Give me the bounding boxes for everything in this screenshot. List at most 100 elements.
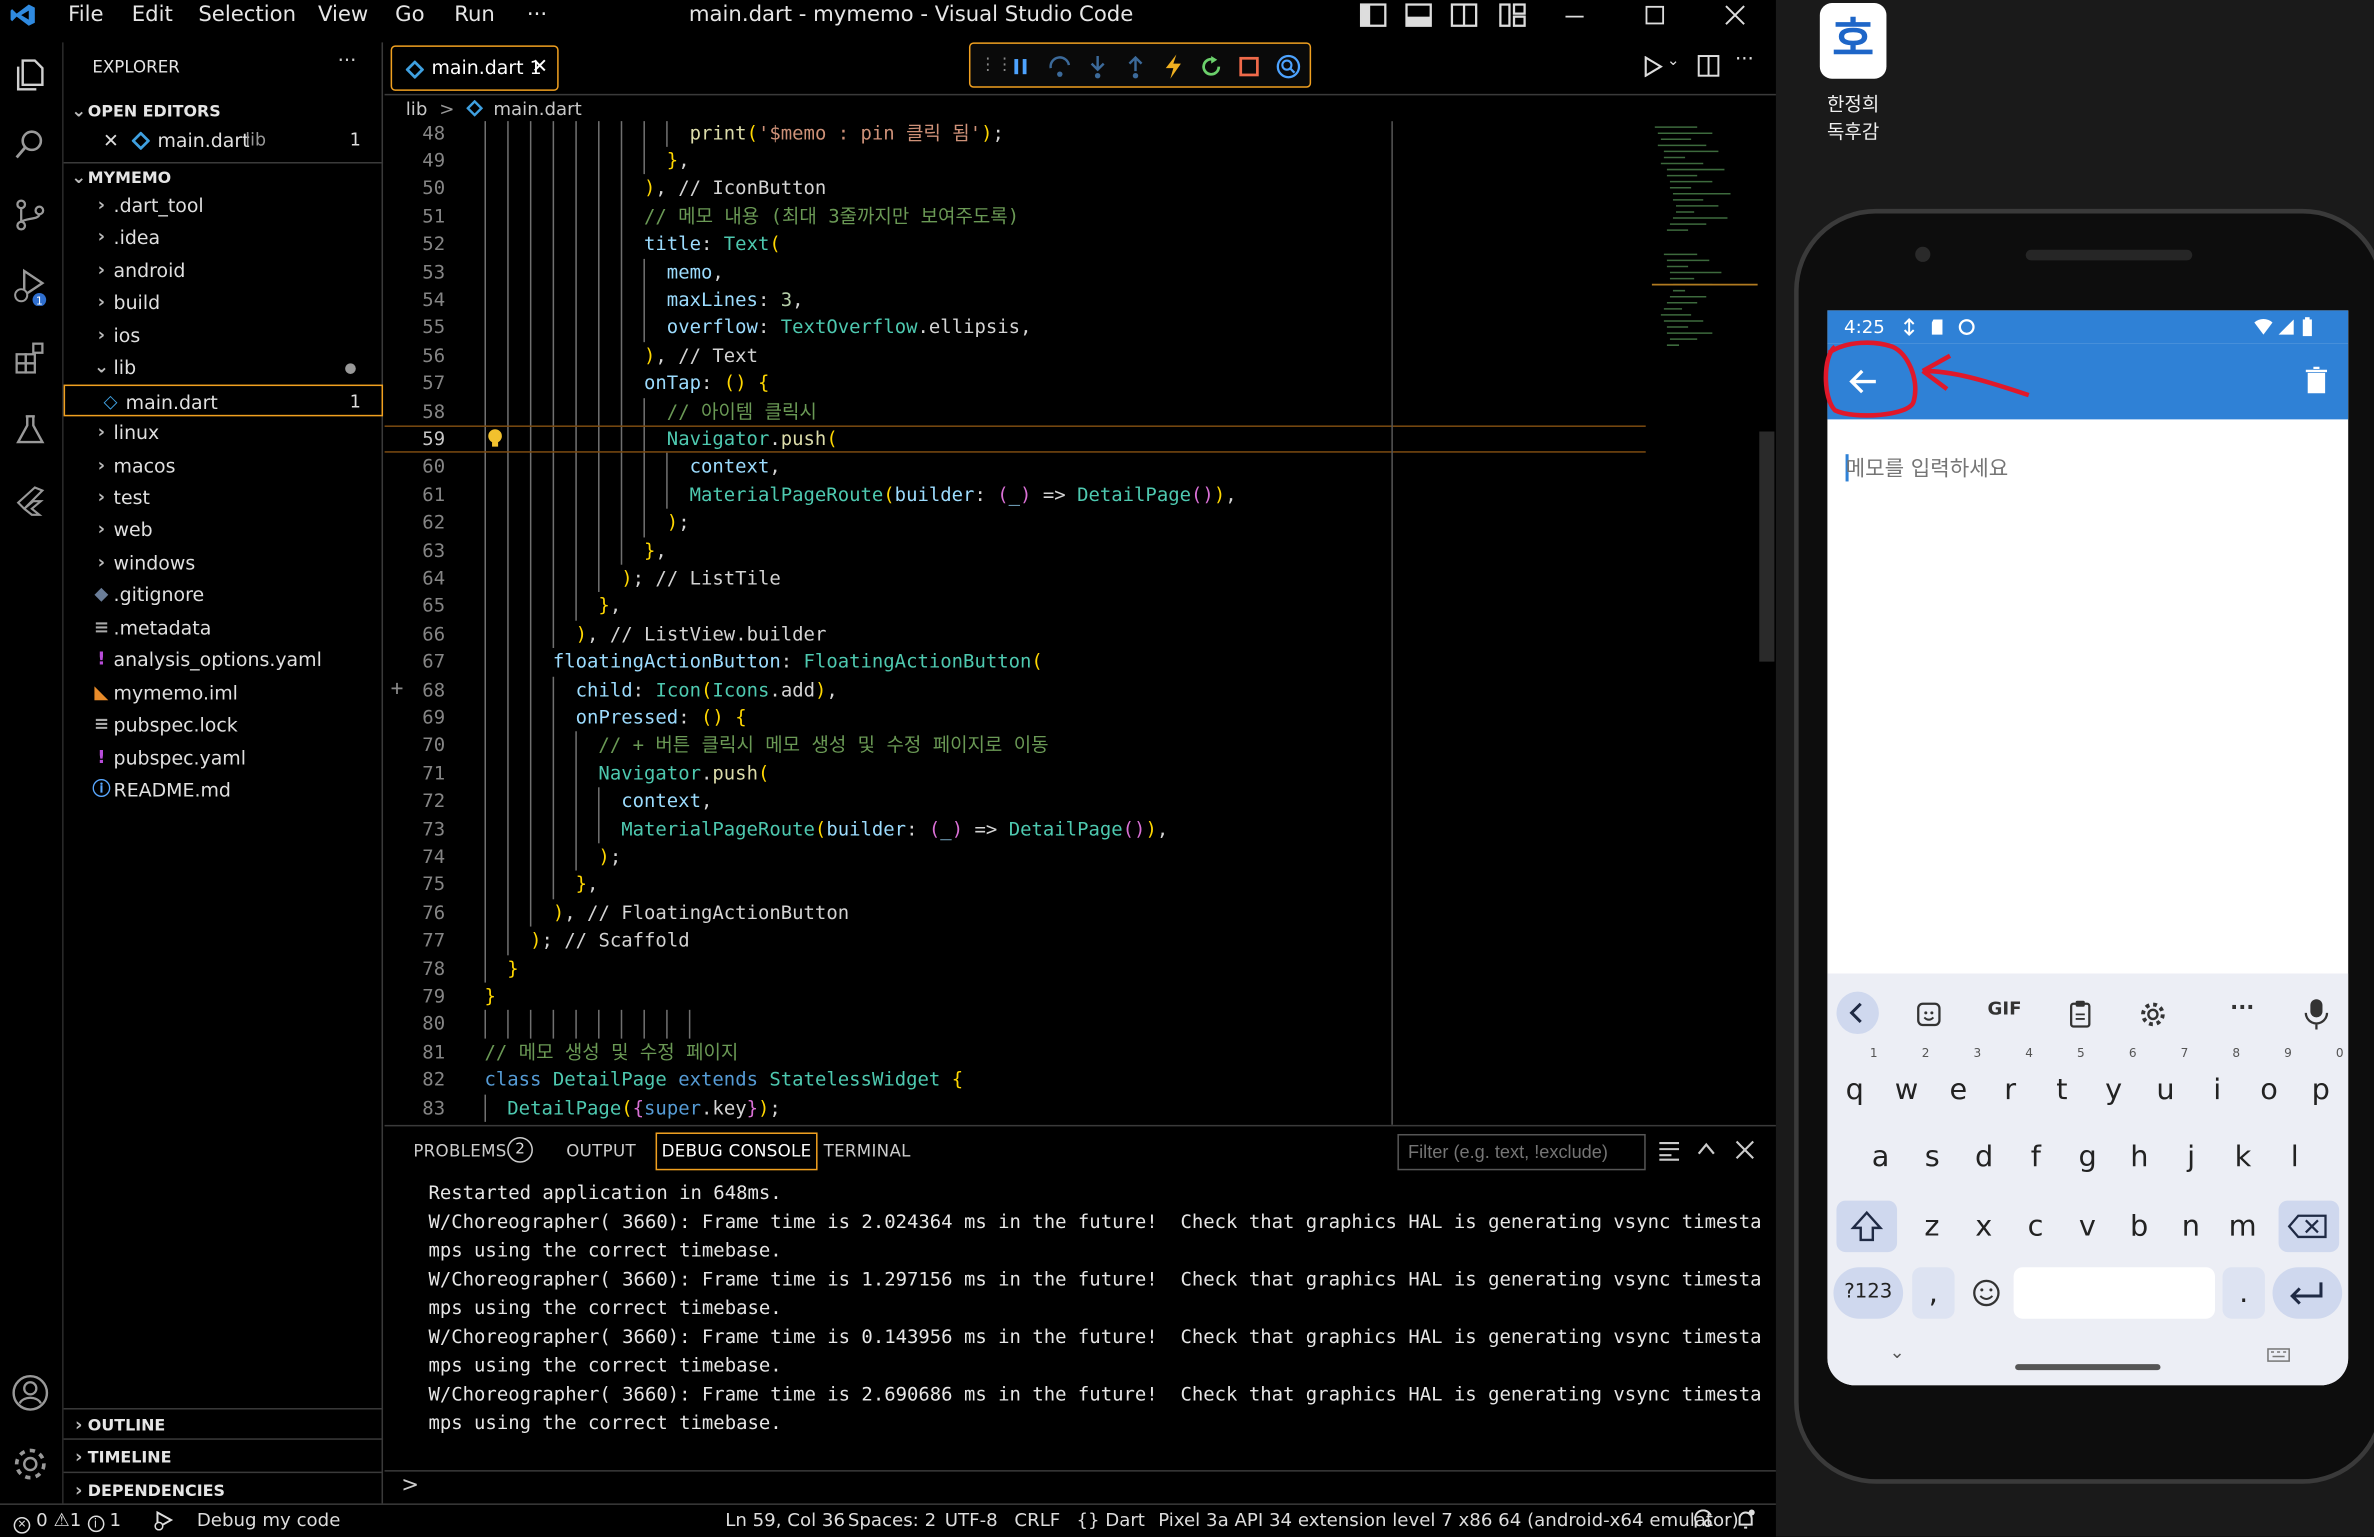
desktop-shortcut-icon[interactable]: 호 한정희 독후감 (1811, 3, 1896, 151)
key-s[interactable]: s (1908, 1131, 1957, 1182)
encoding[interactable]: UTF-8 (945, 1506, 998, 1533)
keyboard-switch-icon[interactable] (2266, 1346, 2290, 1364)
code-line[interactable]: maxLines: 3, (484, 286, 804, 314)
timeline-section[interactable]: › TIMELINE (63, 1438, 384, 1470)
tab-terminal[interactable]: TERMINAL (824, 1142, 911, 1162)
language-mode[interactable]: Dart (1105, 1506, 1145, 1533)
key-m[interactable]: m (2218, 1201, 2267, 1252)
code-line[interactable]: // 메모 내용 (최대 3줄까지만 보여주도록) (484, 202, 1019, 230)
menu-view[interactable]: View (318, 0, 368, 30)
key-x[interactable]: x (1959, 1201, 2008, 1252)
tree-item-metadata[interactable]: ≡ .metadata (64, 612, 383, 644)
code-line[interactable]: // + 버튼 클릭시 메모 생성 및 수정 페이지로 이동 (484, 732, 1048, 760)
outline-section[interactable]: › OUTLINE (63, 1408, 384, 1438)
menu-edit[interactable]: Edit (132, 0, 173, 30)
tree-item-macos[interactable]: › macos (64, 450, 383, 482)
tab-output[interactable]: OUTPUT (566, 1142, 636, 1162)
open-editor-item[interactable]: ✕ main.dart lib 1 (64, 124, 383, 156)
source-control-icon[interactable] (11, 195, 50, 234)
gif-button[interactable]: GIF (1985, 992, 2024, 1025)
tree-item-pubspec-lock[interactable]: ≡ pubspec.lock (64, 709, 383, 741)
search-icon[interactable] (11, 124, 50, 163)
close-editor-icon[interactable]: ✕ (103, 124, 119, 156)
key-o[interactable]: o9 (2245, 1046, 2294, 1115)
code-line[interactable]: onPressed: () { (484, 704, 747, 732)
code-line[interactable]: child: Icon(Icons.add), (484, 676, 838, 704)
hide-keyboard-icon[interactable]: ⌄ (1889, 1341, 1904, 1362)
dependencies-section[interactable]: › DEPENDENCIES (63, 1471, 384, 1504)
code-line[interactable]: class DetailPage extends StatelessWidget… (484, 1066, 963, 1094)
run-file-icon[interactable] (1643, 56, 1664, 78)
tree-item-readme-md[interactable]: ⓘ README.md (64, 774, 383, 806)
tab-main-dart[interactable]: main.dart 1 ✕ (390, 45, 559, 91)
code-line[interactable]: ); (484, 509, 690, 537)
shift-key[interactable] (1836, 1200, 1898, 1253)
tree-item-main-dart[interactable]: ◇ main.dart 1 (63, 384, 384, 417)
tab-problems[interactable]: PROBLEMS (413, 1142, 506, 1162)
feedback-icon[interactable] (1693, 1509, 1714, 1530)
drag-handle-icon[interactable]: ⋮⋮ (980, 51, 1013, 78)
menu-run[interactable]: Run (454, 0, 495, 30)
keyboard-more-button[interactable]: ··· (2223, 992, 2262, 1025)
open-editors-section[interactable]: ⌄OPEN EDITORS (64, 98, 383, 124)
keyboard-settings-icon[interactable] (2138, 999, 2168, 1029)
console-filter-input[interactable] (1397, 1133, 1646, 1171)
hot-reload-icon[interactable] (1161, 53, 1185, 80)
code-line[interactable]: ), // ListView.builder (484, 620, 827, 648)
toggle-sidebar-icon[interactable] (1359, 3, 1387, 27)
run-dropdown-icon[interactable]: ⌄ (1667, 53, 1680, 70)
testing-icon[interactable] (11, 410, 50, 449)
tree-item-gitignore[interactable]: ◆ .gitignore (64, 578, 383, 610)
spacebar-key[interactable] (2013, 1267, 2215, 1319)
code-line[interactable]: }, (484, 537, 667, 565)
step-out-icon[interactable] (1123, 55, 1147, 79)
key-w[interactable]: w2 (1882, 1046, 1931, 1115)
code-line[interactable]: Navigator.push( (484, 760, 769, 788)
key-i[interactable]: i8 (2193, 1046, 2242, 1115)
menu-more[interactable]: ··· (527, 0, 547, 30)
gesture-nav-bar[interactable] (2015, 1364, 2161, 1371)
backspace-key[interactable] (2278, 1200, 2340, 1253)
console-prompt[interactable]: > (401, 1473, 419, 1497)
code-line[interactable]: memo, (484, 258, 724, 286)
period-key[interactable]: . (2222, 1267, 2265, 1319)
code-line[interactable]: context, (484, 453, 781, 481)
indentation[interactable]: Spaces: 2 (848, 1506, 936, 1533)
project-section[interactable]: ⌄MYMEMO (63, 161, 384, 191)
code-line[interactable]: context, (484, 787, 712, 815)
debug-config-label[interactable]: Debug my code (197, 1506, 341, 1533)
devtools-icon[interactable] (1275, 53, 1302, 80)
customize-layout-icon[interactable] (1499, 3, 1526, 27)
code-editor[interactable]: + 48 print('$memo : pin 클릭 됨'); 49 }, 50 )… (384, 121, 1776, 1125)
code-line[interactable]: print('$memo : pin 클릭 됨'); (484, 121, 1004, 147)
accounts-icon[interactable] (11, 1373, 50, 1412)
keyboard-collapse-button[interactable] (1836, 991, 1879, 1035)
key-v[interactable]: v (2063, 1201, 2112, 1252)
menu-file[interactable]: File (68, 0, 103, 30)
key-q[interactable]: q1 (1830, 1046, 1879, 1115)
comma-key[interactable]: , (1912, 1267, 1955, 1319)
step-into-icon[interactable] (1086, 55, 1110, 79)
key-u[interactable]: u7 (2141, 1046, 2190, 1115)
tree-item-test[interactable]: › test (64, 481, 383, 513)
microphone-icon[interactable] (2304, 998, 2329, 1031)
clipboard-icon[interactable] (2067, 999, 2094, 1029)
key-e[interactable]: e3 (1934, 1046, 1983, 1115)
maximize-icon[interactable] (1644, 3, 1665, 27)
code-line[interactable]: ), // IconButton (484, 175, 826, 203)
code-line[interactable]: }, (484, 871, 599, 899)
extensions-icon[interactable] (11, 339, 50, 378)
key-t[interactable]: t5 (2038, 1046, 2087, 1115)
maximize-panel-icon[interactable] (1696, 1140, 1717, 1158)
cursor-position[interactable]: Ln 59, Col 36 (725, 1506, 845, 1533)
code-line[interactable]: ); // Scaffold (484, 927, 690, 955)
tab-close-icon[interactable]: ✕ (532, 47, 549, 89)
run-debug-icon[interactable]: 1 (11, 266, 50, 306)
line-ending[interactable]: CRLF (1014, 1506, 1060, 1533)
problems-status[interactable]: ✕ 0 ⚠1 i 1 (13, 1506, 121, 1534)
delete-trash-icon[interactable] (2300, 363, 2333, 396)
tree-item-web[interactable]: › web (64, 513, 383, 545)
pause-icon[interactable] (1010, 56, 1031, 77)
word-wrap-icon[interactable] (1658, 1140, 1681, 1161)
key-d[interactable]: d (1960, 1131, 2009, 1182)
